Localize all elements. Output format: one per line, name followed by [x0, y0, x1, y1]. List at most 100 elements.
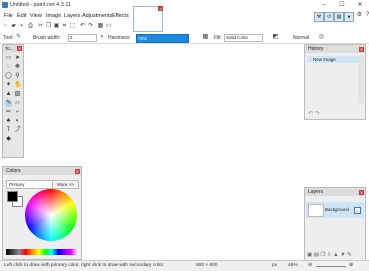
lasso-icon[interactable]: ◌ — [5, 64, 12, 71]
menu-layers[interactable]: Layers — [64, 13, 81, 19]
blend-mode-icon: ◩ — [272, 34, 279, 40]
grid-icon[interactable]: ▦ — [97, 23, 104, 30]
tools-panel: To... ✕ ▭ ➤ ◌ ✥ ◯ ⚲ ✦ ✋ ▲ ▧ ✎ ▱ ✏ ⌐ ♣ ◐ … — [2, 44, 24, 158]
paste-icon[interactable]: ▣ — [53, 23, 60, 30]
history-item-label: New Image — [313, 57, 336, 62]
recolor-icon[interactable]: ◐ — [14, 118, 21, 125]
window-title: Untitled - paint.net 4.3.11 — [10, 2, 72, 8]
ruler-icon[interactable]: ▭ — [105, 23, 112, 30]
merge-layer-icon[interactable]: ⇩ — [327, 252, 332, 258]
print-icon[interactable]: ⎙ — [27, 23, 34, 30]
app-icon — [2, 2, 8, 8]
history-panel-close-button[interactable]: ✕ — [359, 46, 364, 52]
delete-layer-icon[interactable]: ▤ — [314, 252, 319, 258]
settings-icon[interactable]: ⚙ — [356, 12, 363, 19]
history-redo-icon[interactable]: ↷ — [315, 111, 320, 117]
fill-select[interactable]: Solid Color — [224, 34, 263, 42]
history-controls: ↶ ↷ — [308, 110, 320, 117]
minimize-button[interactable]: – — [318, 0, 330, 10]
color-palette[interactable] — [6, 249, 78, 255]
alpha-blending-icon[interactable]: ◎ — [318, 34, 325, 41]
history-item[interactable]: New Image — [307, 56, 361, 63]
menu-file[interactable]: File — [4, 13, 13, 19]
tools-panel-close-button[interactable]: ✕ — [17, 46, 22, 51]
menu-edit[interactable]: Edit — [17, 13, 26, 19]
tools-panel-header: To... ✕ — [3, 45, 23, 52]
text-icon[interactable]: T — [5, 127, 12, 134]
magic-wand-icon[interactable]: ✦ — [5, 82, 12, 89]
more-colors-button[interactable]: More >> — [52, 180, 79, 189]
zoom-in-icon[interactable]: ⊕ — [349, 263, 353, 268]
move-layer-down-icon[interactable]: ▼ — [340, 252, 345, 258]
redo-icon[interactable]: ↷ — [87, 23, 94, 30]
menu-view[interactable]: View — [30, 13, 42, 19]
tool-options-bar: Tool: ✎ Brush width: 2 ◑ Hardness: 75% ▩… — [0, 33, 369, 44]
menu-image[interactable]: Image — [46, 13, 61, 19]
move-selection-icon[interactable]: ➤ — [14, 55, 21, 62]
fill-icon: ▩ — [202, 34, 209, 40]
duplicate-layer-icon[interactable]: ❐ — [320, 252, 325, 258]
tools-panel-title: To... — [5, 46, 14, 51]
move-layer-up-icon[interactable]: ▲ — [333, 252, 338, 258]
cut-icon[interactable]: ✂ — [37, 23, 44, 30]
close-image-icon[interactable]: × — [158, 6, 163, 11]
layer-visibility-checkbox[interactable]: ✓ — [354, 207, 361, 214]
copy-icon[interactable]: ❐ — [45, 23, 52, 30]
deselect-icon[interactable]: ⬚ — [69, 23, 76, 30]
colors-panel-header: Colors ✕ — [3, 167, 81, 175]
paintbrush-tool-icon[interactable]: ✎ — [5, 100, 12, 107]
layers-panel-title: Layers — [308, 189, 324, 195]
pencil-icon[interactable]: ✏ — [5, 109, 12, 116]
move-icon[interactable]: ✥ — [14, 64, 21, 71]
status-bar: Left click to draw with primary color, r… — [0, 260, 369, 271]
brush-width-input[interactable]: 2 — [68, 34, 97, 42]
layer-row[interactable]: Background ✓ — [306, 202, 364, 218]
save-icon[interactable]: ▪ — [18, 23, 25, 30]
line-curve-icon[interactable]: ⤴ — [14, 127, 21, 134]
history-undo-icon[interactable]: ↶ — [308, 111, 313, 117]
add-layer-icon[interactable]: ▣ — [307, 252, 312, 258]
history-scrollbar[interactable] — [358, 55, 364, 103]
help-icon[interactable]: ? — [364, 12, 369, 19]
colors-panel-title: Colors — [6, 168, 21, 174]
maximize-button[interactable]: ☐ — [336, 0, 348, 10]
layer-properties-icon[interactable]: ✎ — [347, 252, 352, 258]
color-mode-select[interactable]: Primary — [6, 180, 54, 189]
zoom-value[interactable]: 46% — [288, 263, 298, 268]
close-button[interactable]: ✕ — [354, 0, 366, 10]
colors-panel-close-button[interactable]: ✕ — [75, 168, 80, 174]
paint-bucket-icon[interactable]: ▲ — [5, 91, 12, 98]
units-select[interactable]: px — [272, 263, 277, 268]
brush-width-label: Brush width: — [33, 35, 61, 41]
color-picker-icon[interactable]: ⌐ — [14, 109, 21, 116]
title-bar: Untitled - paint.net 4.3.11 – ☐ ✕ — [0, 0, 369, 10]
layer-name: Background — [325, 207, 350, 212]
zoom-icon[interactable]: ⚲ — [14, 73, 21, 80]
zoom-out-icon[interactable]: ⊖ — [308, 263, 312, 268]
menu-effects[interactable]: Effects — [112, 13, 129, 19]
undo-icon[interactable]: ↶ — [79, 23, 86, 30]
antialias-icon[interactable]: ◑ — [98, 34, 105, 41]
shapes-icon[interactable]: ◆ — [5, 136, 12, 143]
menu-adjustments[interactable]: Adjustments — [82, 13, 112, 19]
status-hint: Left click to draw with primary color, r… — [4, 263, 165, 268]
crop-icon[interactable]: ⌗ — [61, 23, 68, 30]
layers-panel-close-button[interactable]: ✕ — [359, 189, 364, 195]
hardness-slider[interactable]: 75% — [136, 34, 189, 43]
gradient-icon[interactable]: ▧ — [14, 91, 21, 98]
hardness-label: Hardness: — [108, 35, 131, 41]
rectangle-select-icon[interactable]: ▭ — [5, 55, 12, 62]
ellipse-select-icon[interactable]: ◯ — [5, 73, 12, 80]
zoom-slider[interactable] — [316, 266, 346, 267]
eraser-icon[interactable]: ▱ — [14, 100, 21, 107]
history-panel: History ✕ New Image ↶ ↷ — [304, 44, 366, 120]
blend-mode-select[interactable]: Normal — [293, 35, 309, 41]
tool-label: Tool: — [3, 35, 14, 41]
paintbrush-icon[interactable]: ✎ — [15, 34, 22, 41]
primary-color-swatch[interactable] — [7, 191, 18, 202]
clone-stamp-icon[interactable]: ♣ — [5, 118, 12, 125]
pan-icon[interactable]: ✋ — [14, 82, 21, 89]
open-icon[interactable]: ▰ — [10, 23, 17, 30]
color-wheel[interactable] — [25, 189, 77, 241]
new-icon[interactable]: ▫ — [2, 23, 9, 30]
